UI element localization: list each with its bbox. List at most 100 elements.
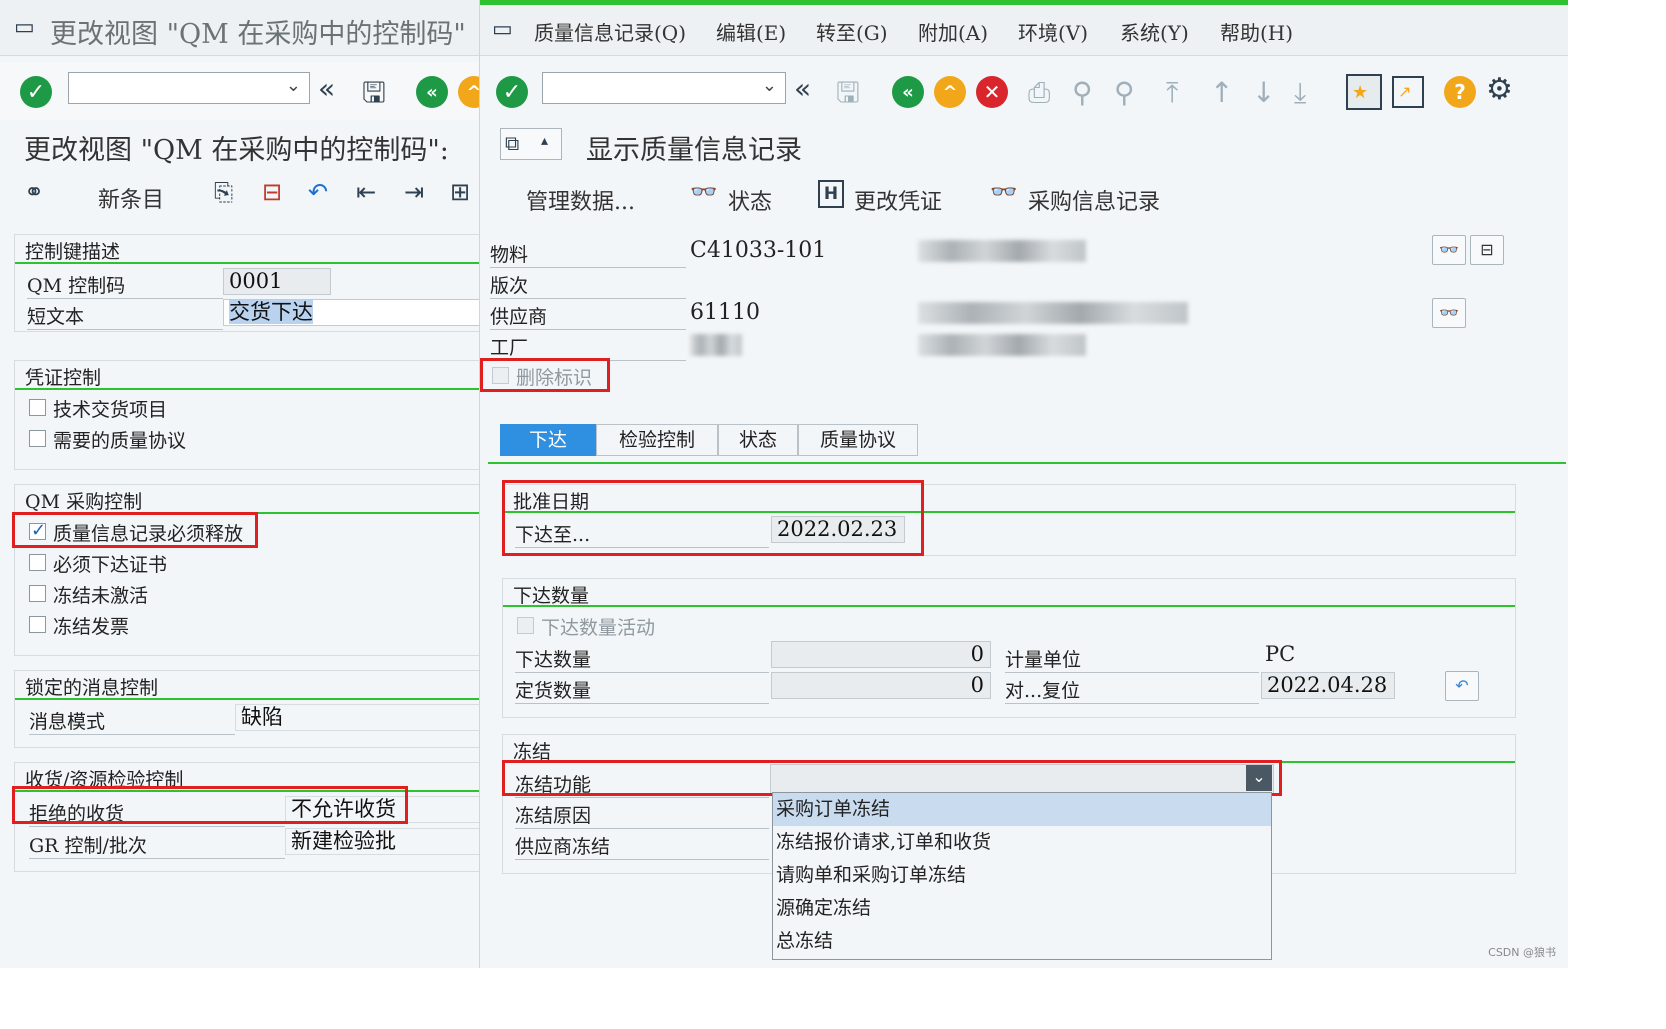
left-system-toolbar: ✓ ⌄ « 🖫 « ^ [0,62,479,120]
copy-icon[interactable]: ⎘ [214,178,233,206]
undo-icon[interactable]: ↶ [308,178,328,206]
settings-gear-icon[interactable]: ⚙ [1486,72,1513,107]
help-icon[interactable]: ? [1444,76,1476,108]
group-release-quantity: 下达数量 下达数量活动 下达数量 0 计量单位 PC 定货数量 0 对...复位… [502,578,1516,718]
print-icon[interactable]: ⎙ [1028,76,1050,110]
select-icon[interactable]: ⊞ [450,178,470,206]
release-qty-label: 下达数量 [515,645,769,673]
revision-label: 版次 [490,271,686,299]
window-menu-icon[interactable]: ▭ [14,15,35,40]
save-icon[interactable]: 🖫 [836,72,860,120]
display-material-button[interactable]: 👓 [1432,235,1466,265]
menu-quality-info-record[interactable]: 质量信息记录(Q) [534,17,686,46]
admin-data-button[interactable]: 管理数据... [526,184,635,216]
dropdown-option-source-determination-block[interactable]: 源确定冻结 [773,892,1271,925]
dropdown-option-rfq-po-gr-block[interactable]: 冻结报价请求,订单和收货 [773,826,1271,859]
material-list-button[interactable]: ⊟ [1470,235,1504,265]
annotation-highlight-deletion-flag [480,358,610,392]
chevron-down-icon[interactable]: ⌄ [286,75,301,96]
menu-help[interactable]: 帮助(H) [1220,17,1293,46]
block-invoice-checkbox[interactable] [29,616,46,633]
right-page-heading: 显示质量信息记录 [586,135,802,166]
back-icon[interactable]: « [416,76,448,108]
quality-agreement-checkbox[interactable] [29,430,46,447]
enter-icon[interactable]: ✓ [496,76,528,108]
certificate-required-checkbox[interactable] [29,554,46,571]
collapse-icon[interactable]: « [794,72,811,105]
dropdown-option-po-block[interactable]: 采购订单冻结 [773,793,1271,826]
watermark: CSDN @狼书 [1488,946,1556,959]
annotation-highlight-rejected-gr [12,786,408,824]
release-qty-active-checkbox[interactable] [517,617,534,634]
left-window: ▭ 更改视图 "QM 在采购中的控制码" ✓ ⌄ « 🖫 « ^ 更改视图 "Q… [0,0,480,968]
menu-bar: ▭ 质量信息记录(Q) 编辑(E) 转至(G) 附加(A) 环境(V) 系统(Y… [480,0,1568,56]
group-title: 锁定的消息控制 [25,677,159,699]
menu-edit[interactable]: 编辑(E) [716,17,786,46]
back-icon[interactable]: « [892,76,924,108]
previous-page-icon[interactable]: ↑ [1210,76,1233,109]
menu-goto[interactable]: 转至(G) [816,17,888,46]
collapse-icon[interactable]: « [318,72,335,105]
status-button[interactable]: 状态 [728,184,772,216]
gr-batch-field[interactable]: 新建检验批 [285,828,479,855]
reset-counter-button[interactable]: ↶ [1445,671,1479,701]
dropdown-option-total-block[interactable]: 总冻结 [773,925,1271,958]
qm-control-label: QM 控制码 [27,271,223,299]
display-change-icon[interactable]: ⚭ [24,178,44,206]
new-entries-button[interactable]: 新条目 [98,182,164,214]
menu-system[interactable]: 系统(Y) [1120,17,1189,46]
tab-status[interactable]: 状态 [718,424,798,456]
next-page-icon[interactable]: ↓ [1252,76,1275,109]
save-icon[interactable]: 🖫 [362,72,386,120]
technical-delivery-label: 技术交货项目 [53,399,168,421]
first-page-icon[interactable]: ⤒ [1166,76,1178,110]
create-session-icon[interactable]: ★ [1346,74,1382,110]
previous-entry-icon[interactable]: ⇤ [356,178,376,206]
exit-icon[interactable]: ^ [934,76,966,108]
short-text-value: 交货下达 [229,300,313,324]
ordered-qty-field[interactable]: 0 [771,672,991,699]
window-menu-icon[interactable]: ▭ [492,17,513,42]
group-divider [15,388,479,390]
delete-icon[interactable]: ⊟ [262,178,282,206]
command-field[interactable]: ⌄ [542,72,786,104]
left-app-toolbar: ⚭ 新条目 ⎘ ⊟ ↶ ⇤ ⇥ ⊞ [0,172,479,220]
left-page-heading: 更改视图 "QM 在采购中的控制码": [24,135,449,166]
tab-release[interactable]: 下达 [500,424,596,456]
exit-icon[interactable]: ^ [458,76,479,108]
release-qty-field[interactable]: 0 [771,641,991,668]
annotation-highlight-release [12,512,258,548]
dropdown-option-pr-po-block[interactable]: 请购单和采购订单冻结 [773,859,1271,892]
gr-batch-label: GR 控制/批次 [29,831,285,859]
short-text-field[interactable]: 交货下达 [223,299,479,326]
other-record-button[interactable]: ⧉ ▴ [500,128,562,160]
uom-value: PC [1265,642,1296,666]
command-field[interactable]: ⌄ [68,72,310,104]
change-docs-button[interactable]: 更改凭证 [854,184,942,216]
menu-extras[interactable]: 附加(A) [918,17,988,46]
message-mode-field[interactable]: 缺陷 [235,704,479,731]
menu-environment[interactable]: 环境(V) [1018,17,1088,46]
vendor-label: 供应商 [490,302,686,330]
purchasing-info-record-button[interactable]: 采购信息记录 [1028,184,1160,216]
tab-quality-agreement[interactable]: 质量协议 [798,424,918,456]
group-divider [15,698,479,700]
technical-delivery-checkbox[interactable] [29,399,46,416]
material-description-redacted [918,240,1086,262]
tab-inspection-control[interactable]: 检验控制 [596,424,718,456]
last-page-icon[interactable]: ⤓ [1294,76,1306,110]
cancel-icon[interactable]: ✕ [976,76,1008,108]
reset-on-field[interactable]: 2022.04.28 [1261,672,1395,699]
enter-icon[interactable]: ✓ [20,76,52,108]
block-inactive-checkbox[interactable] [29,585,46,602]
next-entry-icon[interactable]: ⇥ [404,178,424,206]
shortcut-icon[interactable]: ↗ [1392,76,1424,108]
block-inactive-label: 冻结未激活 [53,585,149,607]
block-invoice-label: 冻结发票 [53,616,130,638]
display-vendor-button[interactable]: 👓 [1432,298,1466,328]
qm-control-field[interactable]: 0001 [223,268,331,295]
annotation-highlight-approval-date [502,480,924,556]
find-next-icon[interactable]: ⚲ [1114,76,1135,109]
find-icon[interactable]: ⚲ [1072,76,1093,109]
chevron-down-icon[interactable]: ⌄ [762,75,777,96]
